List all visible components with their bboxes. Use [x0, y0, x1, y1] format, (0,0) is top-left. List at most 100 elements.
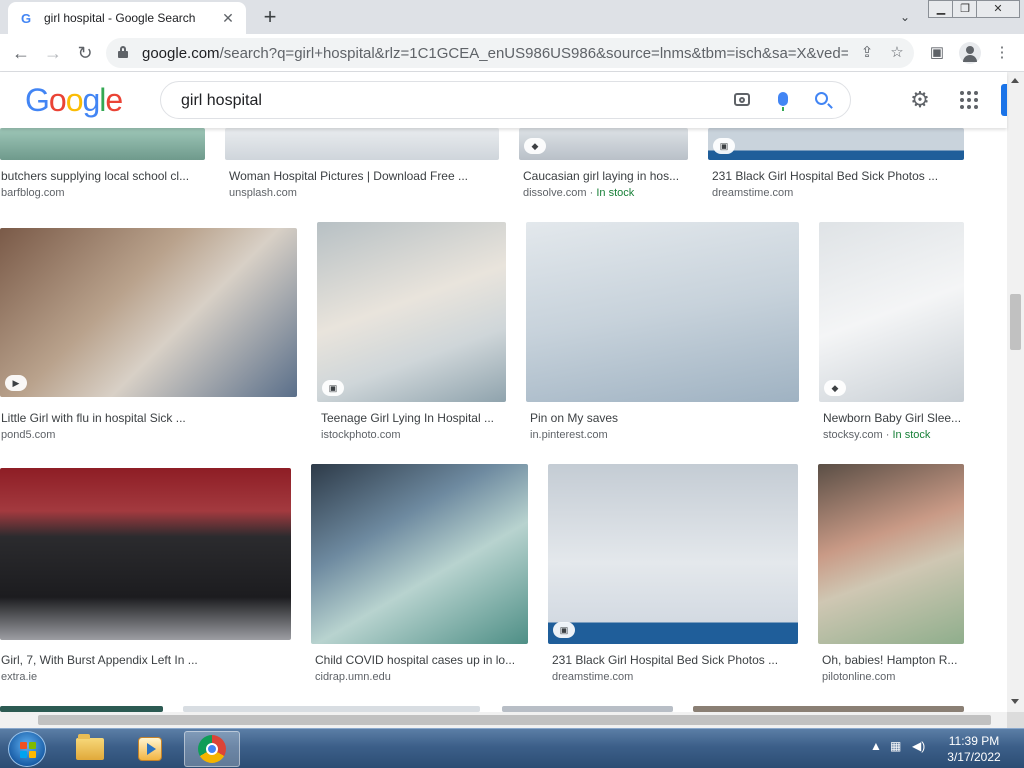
media-player-icon	[138, 737, 162, 761]
logo-letter: g	[82, 82, 100, 118]
volume-icon[interactable]: ◀)	[912, 739, 925, 753]
tag-icon: ◆	[524, 138, 546, 154]
result-source[interactable]: barfblog.com	[1, 187, 65, 199]
share-icon[interactable]: ⇪	[858, 44, 876, 62]
network-icon[interactable]: ▦	[890, 739, 901, 753]
tab-title: girl hospital - Google Search	[44, 11, 196, 25]
result-image[interactable]	[225, 128, 499, 160]
start-button[interactable]	[8, 731, 46, 767]
result-image[interactable]	[0, 128, 205, 160]
browser-tab[interactable]: G girl hospital - Google Search ✕	[8, 2, 246, 34]
result-image[interactable]	[0, 468, 291, 640]
browser-menu-icon[interactable]: ⋮	[991, 42, 1013, 64]
minimize-button[interactable]: ▁	[928, 0, 954, 18]
taskbar: ▲ ▦ ◀) 11:39 PM 3/17/2022	[0, 728, 1024, 768]
browser-toolbar: ← → ↻ google.com/search?q=girl+hospital&…	[0, 34, 1024, 72]
logo-letter: G	[25, 82, 50, 118]
result-title[interactable]: Pin on My saves	[530, 411, 799, 425]
show-hidden-icons-icon[interactable]: ▲	[870, 739, 882, 753]
result-source[interactable]: dissolve.com · In stock	[523, 187, 634, 199]
google-header: Google girl hospital ⚙	[0, 72, 1007, 128]
vertical-scrollbar[interactable]	[1007, 72, 1024, 712]
logo-letter: o	[65, 82, 84, 118]
result-image[interactable]: ▣	[708, 128, 964, 160]
tag-icon: ◆	[824, 380, 846, 396]
result-image[interactable]: ▣	[548, 464, 798, 644]
address-bar[interactable]: google.com/search?q=girl+hospital&rlz=1C…	[106, 38, 914, 68]
scroll-down-icon[interactable]	[1011, 699, 1019, 704]
image-icon: ▣	[553, 622, 575, 638]
logo-letter: e	[105, 82, 123, 118]
image-results: ◆ ▣ butchers supplying local school cl..…	[0, 128, 1007, 712]
scroll-thumb[interactable]	[1010, 294, 1021, 350]
search-box[interactable]: girl hospital	[160, 81, 851, 119]
back-button[interactable]: ←	[8, 40, 34, 66]
result-image[interactable]: ◆	[819, 222, 964, 402]
lock-icon[interactable]	[118, 46, 128, 58]
result-title[interactable]: Caucasian girl laying in hos...	[523, 169, 693, 183]
result-title[interactable]: butchers supplying local school cl...	[1, 169, 205, 183]
profile-avatar[interactable]	[959, 42, 981, 64]
result-source[interactable]: dreamstime.com	[552, 671, 633, 683]
forward-button[interactable]: →	[40, 40, 66, 66]
video-play-icon: ▶	[5, 375, 27, 391]
result-source[interactable]: unsplash.com	[229, 187, 297, 199]
chrome-icon	[198, 735, 226, 763]
restore-button[interactable]: ❐	[952, 0, 978, 18]
result-source[interactable]: stocksy.com · In stock	[823, 429, 930, 441]
result-source[interactable]: istockphoto.com	[321, 429, 400, 441]
new-tab-button[interactable]: +	[258, 6, 282, 30]
tab-search-chevron-icon[interactable]: ⌄	[896, 8, 914, 26]
horizontal-scrollbar[interactable]	[0, 712, 1007, 728]
windows-logo-icon	[20, 742, 36, 758]
media-player-taskbar-button[interactable]	[122, 731, 178, 767]
result-title[interactable]: Child COVID hospital cases up in lo...	[315, 653, 528, 667]
image-icon: ▣	[713, 138, 735, 154]
result-title[interactable]: Little Girl with flu in hospital Sick ..…	[1, 411, 297, 425]
result-image[interactable]: ▶	[0, 228, 297, 397]
image-icon: ▣	[322, 380, 344, 396]
url-text[interactable]: google.com/search?q=girl+hospital&rlz=1C…	[142, 45, 848, 62]
result-title[interactable]: 231 Black Girl Hospital Bed Sick Photos …	[552, 653, 798, 667]
result-source[interactable]: pond5.com	[1, 429, 55, 441]
scroll-up-icon[interactable]	[1011, 78, 1019, 83]
result-title[interactable]: Girl, 7, With Burst Appendix Left In ...	[1, 653, 291, 667]
reload-button[interactable]: ↻	[72, 40, 98, 66]
folder-icon	[76, 734, 104, 760]
chrome-taskbar-button[interactable]	[184, 731, 240, 767]
result-title[interactable]: Woman Hospital Pictures | Download Free …	[229, 169, 499, 183]
google-favicon-icon: G	[20, 10, 32, 26]
result-source[interactable]: dreamstime.com	[712, 187, 793, 199]
mic-icon[interactable]	[778, 92, 788, 111]
system-clock[interactable]: 11:39 PM 3/17/2022	[930, 733, 1018, 765]
star-icon[interactable]: ☆	[888, 44, 906, 62]
search-icon[interactable]	[815, 92, 828, 105]
result-title[interactable]: Newborn Baby Girl Slee...	[823, 411, 964, 425]
close-window-button[interactable]: ✕	[976, 0, 1020, 18]
google-logo[interactable]: Google	[25, 82, 123, 118]
search-input[interactable]: girl hospital	[181, 92, 262, 110]
result-image[interactable]: ▣	[317, 222, 506, 402]
scroll-thumb[interactable]	[38, 715, 991, 725]
result-source[interactable]: extra.ie	[1, 671, 37, 683]
result-source[interactable]: pilotonline.com	[822, 671, 895, 683]
clock-time: 11:39 PM	[948, 734, 1000, 748]
result-image[interactable]: ◆	[519, 128, 688, 160]
result-image[interactable]	[526, 222, 799, 402]
result-source[interactable]: cidrap.umn.edu	[315, 671, 391, 683]
tab-close-icon[interactable]: ✕	[220, 10, 236, 26]
result-title[interactable]: 231 Black Girl Hospital Bed Sick Photos …	[712, 169, 964, 183]
side-panel-icon[interactable]: ▣	[926, 42, 948, 64]
clock-date: 3/17/2022	[947, 750, 1001, 764]
result-title[interactable]: Teenage Girl Lying In Hospital ...	[321, 411, 506, 425]
result-source[interactable]: in.pinterest.com	[530, 429, 608, 441]
result-image[interactable]	[311, 464, 528, 644]
camera-icon[interactable]	[734, 93, 750, 106]
scroll-corner	[1007, 712, 1024, 728]
result-title[interactable]: Oh, babies! Hampton R...	[822, 653, 964, 667]
sign-in-button[interactable]	[1001, 84, 1007, 116]
gear-icon[interactable]: ⚙	[908, 88, 932, 112]
apps-icon[interactable]	[960, 91, 978, 109]
explorer-taskbar-button[interactable]	[62, 731, 118, 767]
result-image[interactable]	[818, 464, 964, 644]
